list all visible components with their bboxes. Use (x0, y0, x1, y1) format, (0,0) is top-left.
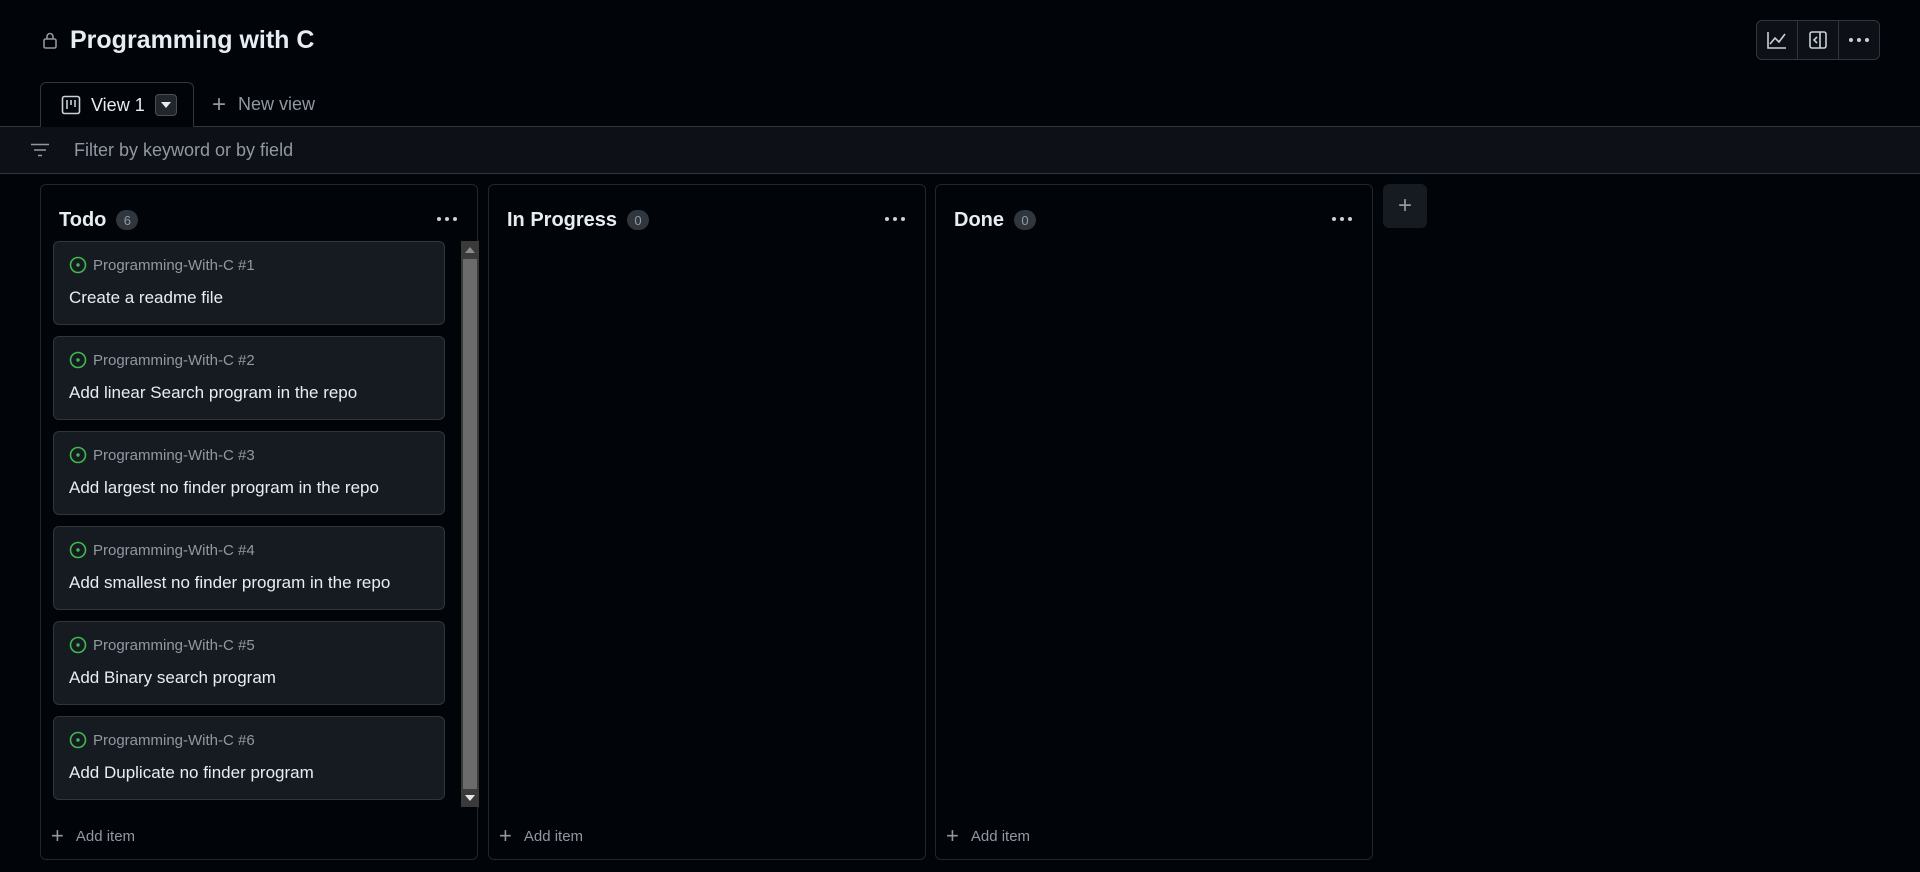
column-name: Todo (59, 208, 107, 231)
view-options-dropdown[interactable] (154, 94, 177, 116)
new-view-button[interactable]: + New view (212, 82, 315, 127)
title-row: Programming with C (40, 22, 314, 58)
issue-card[interactable]: Programming-With-C #4 Add smallest no fi… (53, 526, 445, 610)
filter-bar (0, 126, 1920, 174)
tab-label: View 1 (91, 94, 145, 115)
issue-open-icon (69, 541, 87, 559)
tab-view-1[interactable]: View 1 (40, 82, 194, 127)
lock-icon (40, 30, 60, 50)
card-title[interactable]: Add Binary search program (69, 668, 276, 688)
issue-card[interactable]: Programming-With-C #1 Create a readme fi… (53, 241, 445, 325)
add-item-label: Add item (523, 827, 584, 845)
filter-icon[interactable] (28, 138, 52, 162)
scroll-up-arrow-icon[interactable] (461, 241, 479, 259)
plus-icon: + (499, 823, 512, 848)
plus-icon: + (946, 823, 959, 848)
add-item-button[interactable]: + Add item (946, 823, 1030, 849)
column-count-badge: 6 (116, 210, 139, 230)
column-name: Done (954, 208, 1004, 231)
issue-card[interactable]: Programming-With-C #3 Add largest no fin… (53, 431, 445, 515)
project-header: Programming with C View 1 + New view (0, 0, 1920, 127)
scroll-down-arrow-icon[interactable] (461, 789, 479, 807)
card-title[interactable]: Add linear Search program in the repo (69, 383, 357, 403)
card-repo-ref[interactable]: Programming-With-C #4 (93, 542, 255, 559)
sidebar-expand-icon (1809, 31, 1827, 49)
card-repo-ref[interactable]: Programming-With-C #1 (93, 257, 255, 274)
card-repo-ref[interactable]: Programming-With-C #6 (93, 732, 255, 749)
card-title[interactable]: Add largest no finder program in the rep… (69, 478, 379, 498)
column-in-progress: In Progress 0 + Add item (488, 184, 926, 860)
add-item-label: Add item (970, 827, 1031, 845)
new-view-label: New view (238, 94, 316, 114)
filter-input[interactable] (72, 138, 676, 162)
card-repo-ref[interactable]: Programming-With-C #3 (93, 447, 255, 464)
card-meta: Programming-With-C #5 (69, 636, 255, 654)
column-menu-button[interactable] (433, 209, 461, 229)
kebab-horizontal-icon (885, 217, 905, 221)
kebab-horizontal-icon (1332, 217, 1352, 221)
card-meta: Programming-With-C #3 (69, 446, 255, 464)
card-title[interactable]: Create a readme file (69, 288, 223, 308)
card-meta: Programming-With-C #1 (69, 256, 255, 274)
triangle-down-icon (160, 102, 171, 108)
card-meta: Programming-With-C #2 (69, 351, 255, 369)
project-board-icon (61, 95, 81, 115)
issue-card[interactable]: Programming-With-C #6 Add Duplicate no f… (53, 716, 445, 800)
column-header: Todo 6 (59, 205, 139, 235)
column-name: In Progress (507, 208, 618, 231)
page-title[interactable]: Programming with C (70, 26, 314, 55)
plus-icon: + (212, 90, 227, 118)
card-repo-ref[interactable]: Programming-With-C #2 (93, 352, 255, 369)
more-options-button[interactable] (1838, 21, 1879, 59)
plus-icon: + (51, 823, 64, 848)
card-repo-ref[interactable]: Programming-With-C #5 (93, 637, 255, 654)
add-item-button[interactable]: + Add item (499, 823, 583, 849)
column-menu-button[interactable] (881, 209, 909, 229)
issue-card[interactable]: Programming-With-C #2 Add linear Search … (53, 336, 445, 420)
project-actions (1756, 20, 1880, 60)
card-meta: Programming-With-C #6 (69, 731, 255, 749)
view-tabs: View 1 + New view (40, 82, 315, 127)
issue-card[interactable]: Programming-With-C #5 Add Binary search … (53, 621, 445, 705)
card-list: Programming-With-C #1 Create a readme fi… (53, 241, 479, 807)
kebab-horizontal-icon (437, 217, 457, 221)
graph-icon (1767, 32, 1786, 49)
card-meta: Programming-With-C #4 (69, 541, 255, 559)
column-header: In Progress 0 (507, 205, 650, 235)
column-done: Done 0 + Add item (935, 184, 1373, 860)
issue-open-icon (69, 256, 87, 274)
card-title[interactable]: Add smallest no finder program in the re… (69, 573, 390, 593)
scrollbar-thumb[interactable] (463, 259, 477, 789)
issue-open-icon (69, 636, 87, 654)
add-column-button[interactable]: + (1383, 184, 1427, 228)
add-item-button[interactable]: + Add item (51, 823, 135, 849)
issue-open-icon (69, 351, 87, 369)
plus-icon: + (1397, 192, 1412, 219)
insights-button[interactable] (1757, 21, 1797, 59)
side-panel-button[interactable] (1797, 21, 1838, 59)
column-count-badge: 0 (627, 210, 650, 230)
kebab-horizontal-icon (1849, 38, 1869, 42)
column-menu-button[interactable] (1328, 209, 1356, 229)
card-title[interactable]: Add Duplicate no finder program (69, 763, 314, 783)
column-count-badge: 0 (1014, 210, 1036, 230)
card-list-scrollbar[interactable] (461, 241, 479, 807)
issue-open-icon (69, 731, 87, 749)
column-todo: Todo 6 Programming-With-C #1 Create a re… (40, 184, 479, 860)
issue-open-icon (69, 446, 87, 464)
column-header: Done 0 (954, 205, 1036, 235)
add-item-label: Add item (75, 827, 136, 845)
